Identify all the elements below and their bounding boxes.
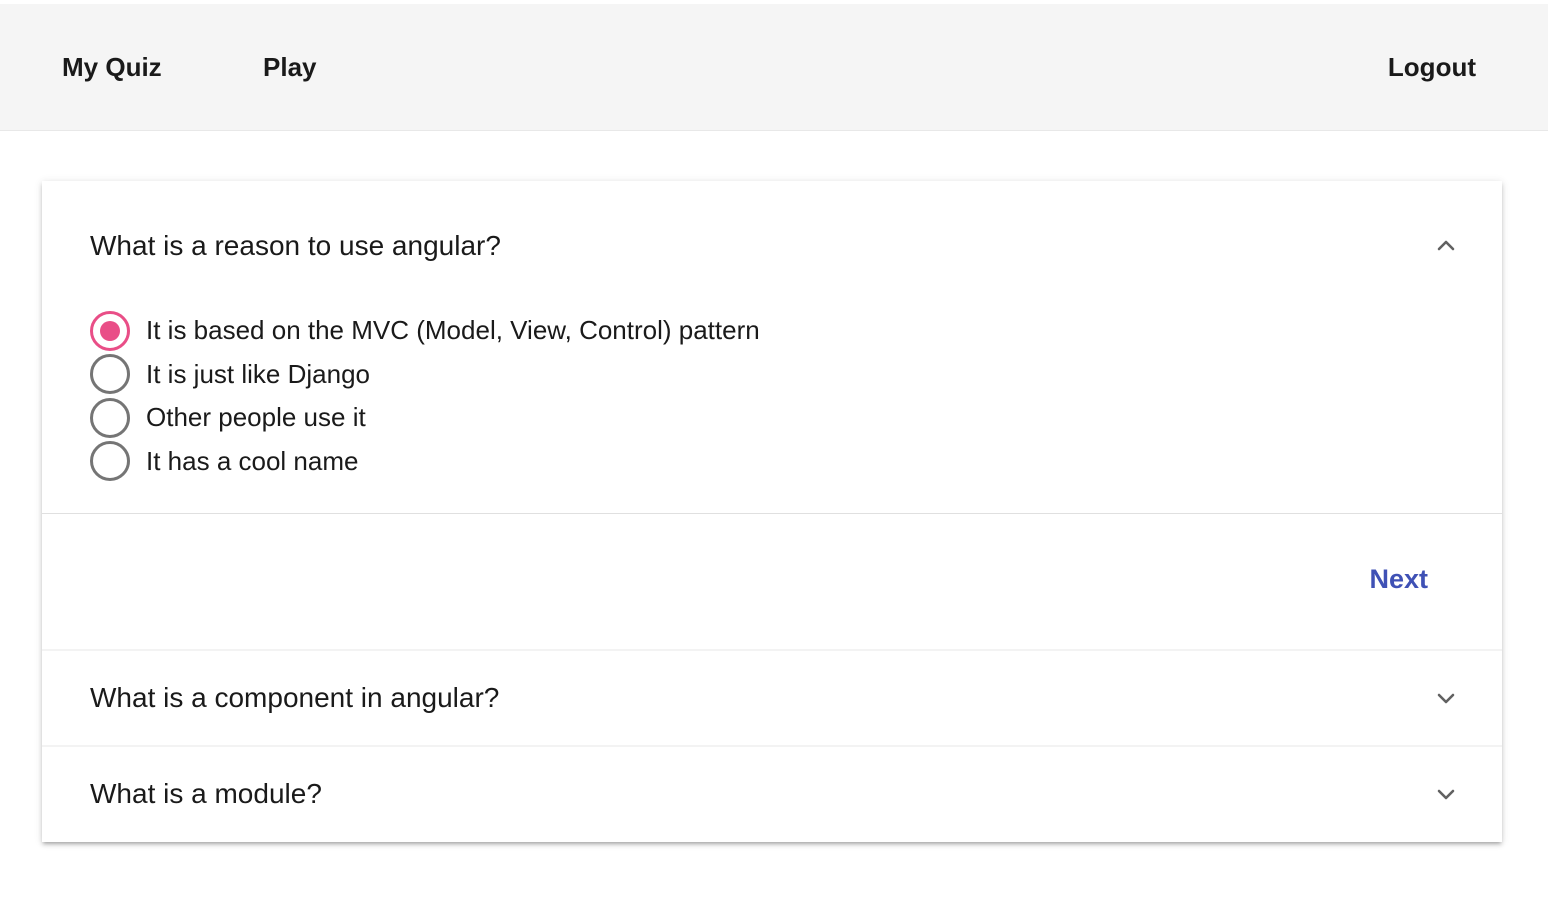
question-panel-1: What is a reason to use angular? It is b… <box>42 181 1502 649</box>
answer-option-2[interactable]: It is just like Django <box>90 353 760 397</box>
top-nav-bar: My Quiz Play Logout <box>0 4 1548 131</box>
answer-option-1-label: It is based on the MVC (Model, View, Con… <box>146 315 760 346</box>
radio-button-selected[interactable] <box>90 310 130 351</box>
chevron-down-icon <box>1434 686 1458 710</box>
question-panel-2-header[interactable]: What is a component in angular? <box>42 651 1502 745</box>
chevron-down-icon <box>1434 782 1458 806</box>
nav-play-link[interactable]: Play <box>263 4 317 131</box>
question-2-title: What is a component in angular? <box>90 682 500 713</box>
radio-button[interactable] <box>90 397 130 438</box>
quiz-accordion: What is a reason to use angular? It is b… <box>42 181 1502 842</box>
question-panel-3: What is a module? <box>42 745 1502 839</box>
radio-button[interactable] <box>90 354 130 395</box>
answer-option-2-label: It is just like Django <box>146 358 370 389</box>
nav-my-quiz-link[interactable]: My Quiz <box>62 4 162 131</box>
question-panel-2: What is a component in angular? <box>42 649 1502 743</box>
answer-radio-group: It is based on the MVC (Model, View, Con… <box>90 309 760 483</box>
answer-option-4-label: It has a cool name <box>146 445 359 476</box>
answer-option-3-label: Other people use it <box>146 402 366 433</box>
radio-button[interactable] <box>90 441 130 482</box>
question-3-title: What is a module? <box>90 778 322 809</box>
question-panel-1-header[interactable]: What is a reason to use angular? <box>42 211 1502 281</box>
question-1-title: What is a reason to use angular? <box>90 230 501 261</box>
chevron-up-icon <box>1434 234 1458 258</box>
answer-option-4[interactable]: It has a cool name <box>90 440 760 484</box>
answer-option-3[interactable]: Other people use it <box>90 396 760 440</box>
next-button[interactable]: Next <box>1369 564 1428 595</box>
nav-logout-link[interactable]: Logout <box>1388 4 1476 131</box>
answer-option-1[interactable]: It is based on the MVC (Model, View, Con… <box>90 309 760 353</box>
question-panel-3-header[interactable]: What is a module? <box>42 747 1502 841</box>
radio-dot <box>100 320 120 341</box>
panel-action-row: Next <box>42 513 1502 649</box>
